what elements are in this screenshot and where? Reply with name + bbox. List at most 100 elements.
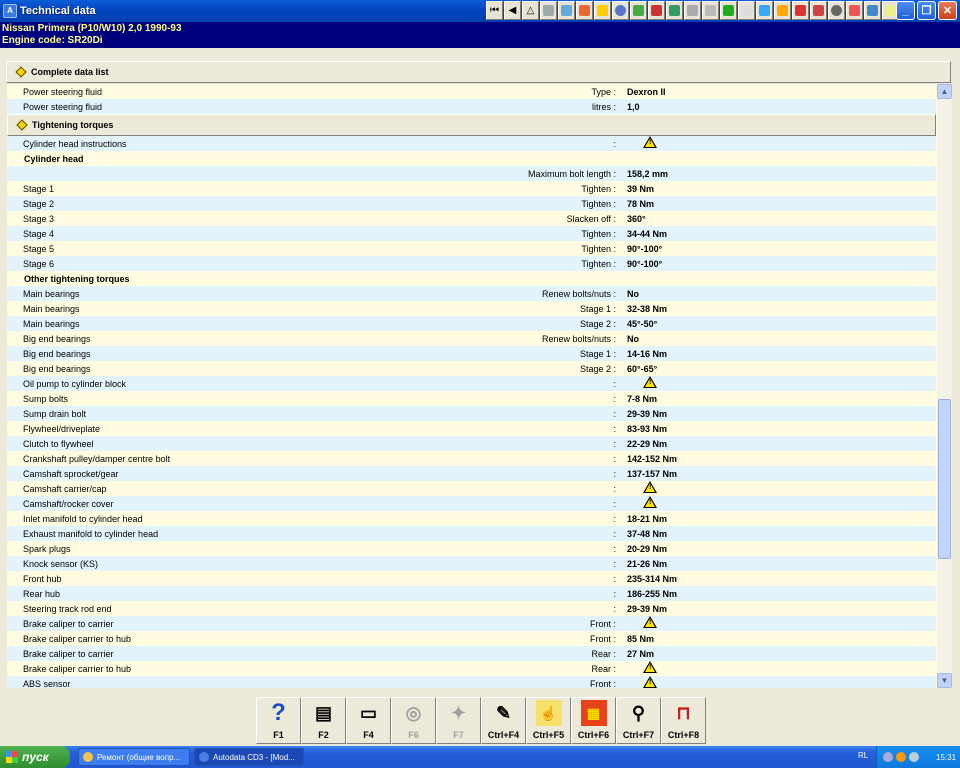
table-row[interactable]: Big end bearings Renew bolts/nuts : No xyxy=(7,331,936,346)
table-row[interactable]: Stage 3 Slacken off : 360° xyxy=(7,211,936,226)
table-row[interactable]: Camshaft carrier/cap: xyxy=(7,480,936,496)
start-button[interactable]: пуск xyxy=(0,746,70,768)
table-row[interactable]: Inlet manifold to cylinder head:18-21 Nm xyxy=(7,511,936,526)
tightening-torques-header[interactable]: Tightening torques xyxy=(7,114,936,136)
clock[interactable]: 15:31 xyxy=(936,753,956,762)
battery-icon[interactable] xyxy=(720,1,737,20)
complete-data-list-header[interactable]: Complete data list xyxy=(6,61,951,83)
table-row[interactable]: ABS sensor Front : xyxy=(7,675,936,689)
warning-icon[interactable] xyxy=(643,495,657,511)
airbag-icon[interactable] xyxy=(792,1,809,20)
language-indicator[interactable]: RL xyxy=(858,751,868,760)
table-row[interactable]: Main bearings Renew bolts/nuts : No xyxy=(7,286,936,301)
car-icon[interactable] xyxy=(864,1,881,20)
table-row[interactable]: Big end bearings Stage 1 : 14-16 Nm xyxy=(7,346,936,361)
fkey-button-ctrl-f6[interactable]: ▦ Ctrl+F6 xyxy=(571,697,616,744)
electrical-icon[interactable] xyxy=(648,1,665,20)
table-row[interactable]: Stage 5 Tighten : 90°-100° xyxy=(7,241,936,256)
fkey-button-ctrl-f8[interactable]: ⊓ Ctrl+F8 xyxy=(661,697,706,744)
table-row[interactable]: Sump drain bolt:29-39 Nm xyxy=(7,406,936,421)
window-titlebar[interactable]: A Technical data ⏮ ◀ △ _ ❐ ✕ xyxy=(0,0,960,22)
taskbar-task-browser[interactable]: Ремонт (общие вопр... xyxy=(78,748,190,766)
brush-icon[interactable] xyxy=(702,1,719,20)
subheading: Cylinder head xyxy=(24,153,84,164)
table-row[interactable]: Stage 6 Tighten : 90°-100° xyxy=(7,256,936,271)
wheel-icon[interactable] xyxy=(612,1,629,20)
table-row[interactable]: Other tightening torques xyxy=(7,271,936,286)
warning-icon[interactable] xyxy=(643,480,657,496)
fuel-icon[interactable] xyxy=(774,1,791,20)
table-row[interactable]: Cylinder head xyxy=(7,151,936,166)
taskbar-task-autodata[interactable]: Autodata CD3 - [Mod... xyxy=(194,748,304,766)
fkey-button-ctrl-f5[interactable]: ☝ Ctrl+F5 xyxy=(526,697,571,744)
timing-icon[interactable] xyxy=(576,1,593,20)
table-row[interactable]: Stage 4 Tighten : 34-44 Nm xyxy=(7,226,936,241)
table-row[interactable]: Spark plugs:20-29 Nm xyxy=(7,541,936,556)
vertical-scrollbar[interactable]: ▲ ▼ xyxy=(937,84,952,688)
previous-icon[interactable]: ◀ xyxy=(504,1,521,20)
table-row[interactable]: Rear hub:186-255 Nm xyxy=(7,586,936,601)
alert-icon[interactable] xyxy=(846,1,863,20)
table-row[interactable]: Flywheel/driveplate:83-93 Nm xyxy=(7,421,936,436)
table-row[interactable]: Stage 2 Tighten : 78 Nm xyxy=(7,196,936,211)
warning-icon[interactable] xyxy=(643,375,657,391)
table-row[interactable]: Maximum bolt length : 158,2 mm xyxy=(7,166,936,181)
table-row[interactable]: Oil pump to cylinder block: xyxy=(7,375,936,391)
data-list[interactable]: Power steering fluid Type : Dexron II Power… xyxy=(7,84,952,688)
volume-icon[interactable] xyxy=(909,752,919,762)
scroll-thumb[interactable] xyxy=(938,399,951,559)
table-row[interactable]: Cylinder head instructions: xyxy=(7,135,936,151)
fkey-button-f4[interactable]: ▭ F4 xyxy=(346,697,391,744)
table-row[interactable]: Brake caliper carrier to hub Rear : xyxy=(7,660,936,676)
engine-icon[interactable] xyxy=(540,1,557,20)
network-icon[interactable] xyxy=(883,752,893,762)
table-row[interactable]: Sump bolts:7-8 Nm xyxy=(7,391,936,406)
table-row[interactable]: Main bearings Stage 2 : 45°-50° xyxy=(7,316,936,331)
warning-icon[interactable] xyxy=(643,135,657,151)
table-row[interactable]: Steering track rod end:29-39 Nm xyxy=(7,601,936,616)
table-row[interactable]: Big end bearings Stage 2 : 60°-65° xyxy=(7,361,936,376)
abs-icon[interactable] xyxy=(810,1,827,20)
tune-up-icon[interactable] xyxy=(558,1,575,20)
fkey-button-f7[interactable]: ✦ F7 xyxy=(436,697,481,744)
fkey-button-f6[interactable]: ◎ F6 xyxy=(391,697,436,744)
first-record-icon[interactable]: ⏮ xyxy=(486,1,503,20)
service-icon[interactable] xyxy=(666,1,683,20)
warning-icon[interactable] xyxy=(643,675,657,689)
restore-button[interactable]: ❐ xyxy=(917,1,936,20)
table-row[interactable]: Camshaft sprocket/gear:137-157 Nm xyxy=(7,466,936,481)
table-row[interactable]: Crankshaft pulley/damper centre bolt:142… xyxy=(7,451,936,466)
blank-icon[interactable] xyxy=(738,1,755,20)
fkey-button-f2[interactable]: ▤ F2 xyxy=(301,697,346,744)
table-row[interactable]: Main bearings Stage 1 : 32-38 Nm xyxy=(7,301,936,316)
table-row[interactable]: Power steering fluid litres : 1,0 xyxy=(7,99,936,114)
warning-icon[interactable] xyxy=(643,660,657,676)
minimize-button[interactable]: _ xyxy=(896,1,915,20)
antivirus-icon[interactable] xyxy=(896,752,906,762)
fkey-button-f1[interactable]: ? F1 xyxy=(256,697,301,744)
fkey-button-ctrl-f7[interactable]: ⚲ Ctrl+F7 xyxy=(616,697,661,744)
warning-icon[interactable] xyxy=(643,615,657,631)
table-row[interactable]: Exhaust manifold to cylinder head:37-48 … xyxy=(7,526,936,541)
table-row[interactable]: Brake caliper carrier to hub Front : 85 Nm xyxy=(7,631,936,646)
fkey-button-ctrl-f4[interactable]: ✎ Ctrl+F4 xyxy=(481,697,526,744)
table-row[interactable]: Stage 1 Tighten : 39 Nm xyxy=(7,181,936,196)
warning-toolbar-icon[interactable]: △ xyxy=(522,1,539,20)
scroll-up-icon[interactable]: ▲ xyxy=(937,84,952,99)
repair-icon[interactable] xyxy=(684,1,701,20)
diagram-icon[interactable] xyxy=(630,1,647,20)
row-description: Camshaft carrier/cap xyxy=(23,483,107,494)
close-button[interactable]: ✕ xyxy=(938,1,957,20)
table-row[interactable]: Brake caliper to carrier Front : xyxy=(7,615,936,631)
table-row[interactable]: Front hub:235-314 Nm xyxy=(7,571,936,586)
table-row[interactable]: Camshaft/rocker cover: xyxy=(7,495,936,511)
gear-icon[interactable] xyxy=(828,1,845,20)
table-row[interactable]: Knock sensor (KS):21-26 Nm xyxy=(7,556,936,571)
table-row[interactable]: Clutch to flywheel:22-29 Nm xyxy=(7,436,936,451)
climate-icon[interactable] xyxy=(756,1,773,20)
table-row[interactable]: Brake caliper to carrier Rear : 27 Nm xyxy=(7,646,936,661)
table-row[interactable]: Power steering fluid Type : Dexron II xyxy=(7,84,936,99)
row-description: Inlet manifold to cylinder head xyxy=(23,513,143,524)
key-icon[interactable] xyxy=(594,1,611,20)
scroll-down-icon[interactable]: ▼ xyxy=(937,673,952,688)
